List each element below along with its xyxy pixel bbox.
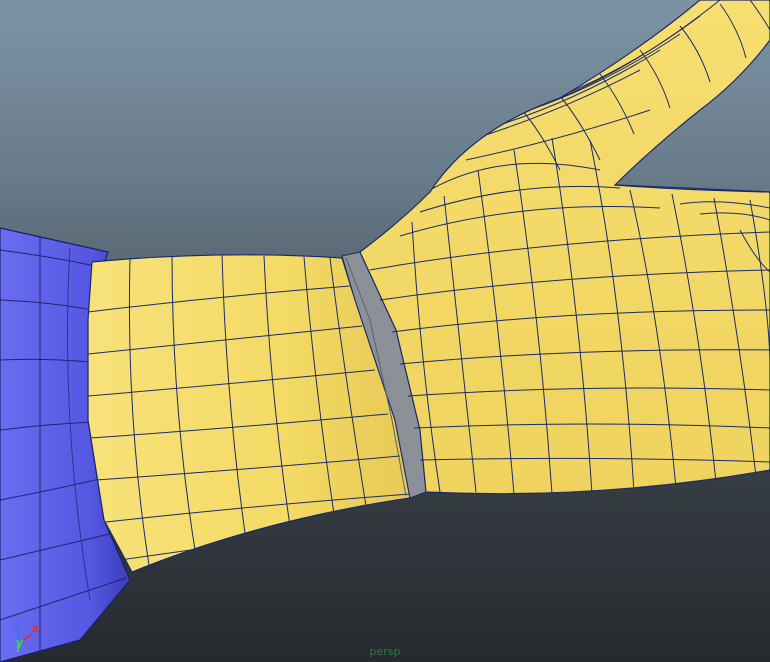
z-axis-label: z (13, 616, 19, 629)
camera-name-label: persp (369, 645, 401, 658)
mesh-scene[interactable] (0, 0, 770, 662)
3d-viewport[interactable]: z x y persp (0, 0, 770, 662)
x-axis-label: x (32, 622, 39, 635)
hand-mesh[interactable] (359, 0, 770, 495)
